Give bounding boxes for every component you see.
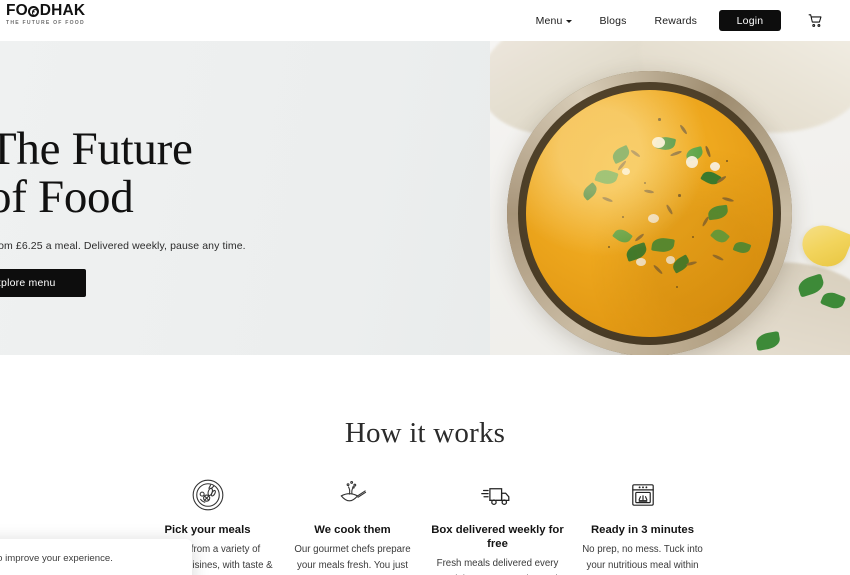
hero-image — [490, 41, 850, 355]
soup-bowl — [507, 71, 792, 355]
hero-subtitle: From £6.25 a meal. Delivered weekly, pau… — [0, 240, 246, 252]
cookie-consent-banner: This site uses cookies to improve your e… — [0, 539, 192, 575]
logo-wordmark: FO DHAK — [6, 3, 85, 19]
delivery-truck-icon — [480, 476, 516, 514]
cookie-consent-text: This site uses cookies to improve your e… — [0, 553, 113, 564]
feature-we-cook-them: We cook them Our gourmet chefs prepare y… — [280, 476, 425, 575]
nav-item-menu[interactable]: Menu — [536, 9, 572, 33]
hero-title-line-1: The Future — [0, 123, 193, 175]
feature-title: We cook them — [314, 524, 391, 536]
feature-title: Pick your meals — [164, 524, 251, 536]
nav-item-rewards-label: Rewards — [654, 14, 697, 27]
nav-item-menu-label: Menu — [535, 14, 563, 27]
login-button[interactable]: Login — [719, 10, 781, 31]
main-navigation: Menu Blogs Rewards Login — [536, 0, 850, 41]
feature-title: Box delivered weekly for free — [431, 524, 564, 550]
page-title: The Future of Food — [0, 125, 408, 221]
explore-menu-button[interactable]: Explore menu — [0, 269, 86, 297]
logo-text-part1: FO — [6, 2, 28, 19]
feature-box-delivered-weekly: Box delivered weekly for free Fresh meal… — [425, 476, 570, 575]
page-root: FO DHAK THE FUTURE OF FOOD Menu Blogs Re… — [0, 0, 850, 575]
plate-of-food-icon — [190, 476, 226, 514]
nav-item-blogs-label: Blogs — [599, 14, 627, 27]
feature-ready-in-3-minutes: Ready in 3 minutes No prep, no mess. Tuc… — [570, 476, 715, 575]
feature-description: No prep, no mess. Tuck into your nutriti… — [582, 544, 703, 571]
feature-title: Ready in 3 minutes — [591, 524, 694, 536]
feature-description: Our gourmet chefs prepare your meals fre… — [294, 544, 411, 571]
chevron-down-icon — [565, 20, 572, 23]
hero-section: The Future of Food From £6.25 a meal. De… — [0, 41, 850, 355]
soup-surface — [526, 90, 773, 337]
shopping-cart-icon[interactable] — [807, 12, 824, 29]
microwave-oven-icon — [626, 476, 660, 514]
site-header: FO DHAK THE FUTURE OF FOOD Menu Blogs Re… — [0, 0, 850, 41]
feature-description: Fresh meals delivered every week between… — [436, 558, 559, 575]
logo-emblem-icon — [28, 6, 40, 18]
hero-title-line-2: of Food — [0, 171, 134, 223]
nav-item-blogs[interactable]: Blogs — [600, 9, 627, 33]
frying-pan-icon — [335, 476, 371, 514]
nav-item-rewards[interactable]: Rewards — [655, 9, 697, 33]
logo-text-part2: DHAK — [39, 2, 86, 19]
logo[interactable]: FO DHAK THE FUTURE OF FOOD — [6, 3, 85, 26]
hero-copy: The Future of Food From £6.25 a meal. De… — [0, 125, 408, 297]
how-it-works-title: How it works — [344, 417, 506, 449]
logo-tagline: THE FUTURE OF FOOD — [6, 20, 85, 26]
